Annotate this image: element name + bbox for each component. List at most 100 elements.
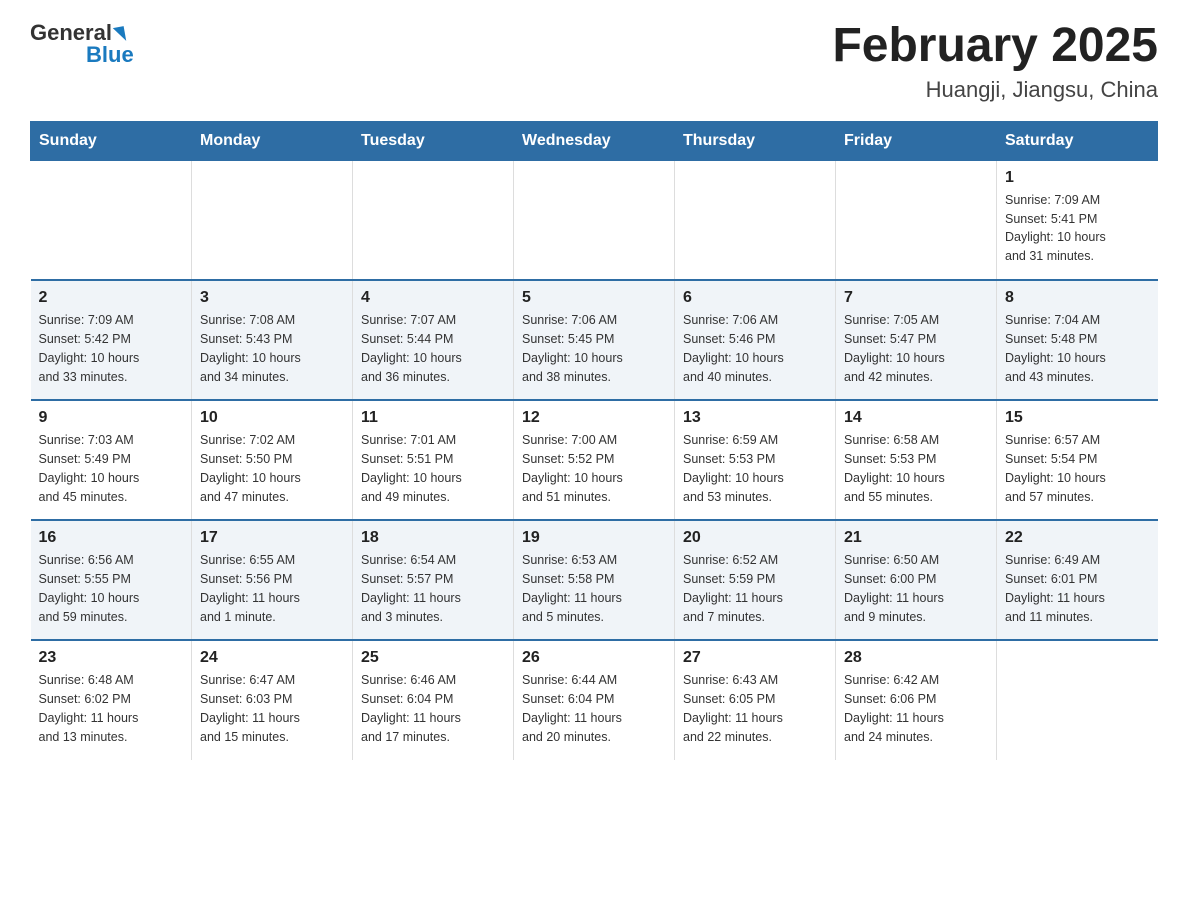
calendar-cell: 2 Sunrise: 7:09 AM Sunset: 5:42 PM Daylig… xyxy=(31,280,192,400)
day-info: Sunrise: 6:53 AM Sunset: 5:58 PM Dayligh… xyxy=(522,551,666,626)
day-number: 27 xyxy=(683,649,827,667)
calendar-cell: 28 Sunrise: 6:42 AM Sunset: 6:06 PM Dayli… xyxy=(836,640,997,760)
calendar-cell: 24 Sunrise: 6:47 AM Sunset: 6:03 PM Dayli… xyxy=(192,640,353,760)
day-number: 16 xyxy=(39,529,184,547)
day-info: Sunrise: 7:03 AM Sunset: 5:49 PM Dayligh… xyxy=(39,431,184,506)
calendar-cell: 10 Sunrise: 7:02 AM Sunset: 5:50 PM Dayli… xyxy=(192,400,353,520)
day-info: Sunrise: 7:06 AM Sunset: 5:45 PM Dayligh… xyxy=(522,311,666,386)
day-number: 14 xyxy=(844,409,988,427)
day-number: 23 xyxy=(39,649,184,667)
calendar-cell: 1 Sunrise: 7:09 AM Sunset: 5:41 PM Daylig… xyxy=(997,160,1158,280)
calendar-cell: 15Sunrise: 6:57 AM Sunset: 5:54 PM Dayli… xyxy=(997,400,1158,520)
day-info: Sunrise: 6:57 AM Sunset: 5:54 PM Dayligh… xyxy=(1005,431,1150,506)
calendar-cell xyxy=(997,640,1158,760)
day-number: 9 xyxy=(39,409,184,427)
calendar-cell: 18 Sunrise: 6:54 AM Sunset: 5:57 PM Dayli… xyxy=(353,520,514,640)
calendar-cell: 16 Sunrise: 6:56 AM Sunset: 5:55 PM Dayli… xyxy=(31,520,192,640)
calendar-cell: 13 Sunrise: 6:59 AM Sunset: 5:53 PM Dayli… xyxy=(675,400,836,520)
day-number: 22 xyxy=(1005,529,1150,547)
page-header: General Blue February 2025 Huangji, Jian… xyxy=(30,20,1158,103)
calendar-cell: 7 Sunrise: 7:05 AM Sunset: 5:47 PM Daylig… xyxy=(836,280,997,400)
calendar-cell xyxy=(31,160,192,280)
day-info: Sunrise: 7:04 AM Sunset: 5:48 PM Dayligh… xyxy=(1005,311,1150,386)
day-info: Sunrise: 7:07 AM Sunset: 5:44 PM Dayligh… xyxy=(361,311,505,386)
calendar-cell xyxy=(192,160,353,280)
calendar-cell: 6 Sunrise: 7:06 AM Sunset: 5:46 PM Daylig… xyxy=(675,280,836,400)
day-info: Sunrise: 7:01 AM Sunset: 5:51 PM Dayligh… xyxy=(361,431,505,506)
day-info: Sunrise: 6:49 AM Sunset: 6:01 PM Dayligh… xyxy=(1005,551,1150,626)
day-number: 3 xyxy=(200,289,344,307)
logo: General Blue xyxy=(30,20,134,68)
day-number: 24 xyxy=(200,649,344,667)
day-number: 10 xyxy=(200,409,344,427)
calendar-cell: 17 Sunrise: 6:55 AM Sunset: 5:56 PM Dayli… xyxy=(192,520,353,640)
calendar-cell xyxy=(353,160,514,280)
day-number: 13 xyxy=(683,409,827,427)
day-of-week-header: Sunday xyxy=(31,121,192,160)
calendar-cell xyxy=(836,160,997,280)
calendar-week-row: 16 Sunrise: 6:56 AM Sunset: 5:55 PM Dayli… xyxy=(31,520,1158,640)
day-info: Sunrise: 7:00 AM Sunset: 5:52 PM Dayligh… xyxy=(522,431,666,506)
day-info: Sunrise: 6:50 AM Sunset: 6:00 PM Dayligh… xyxy=(844,551,988,626)
day-info: Sunrise: 7:08 AM Sunset: 5:43 PM Dayligh… xyxy=(200,311,344,386)
day-info: Sunrise: 6:56 AM Sunset: 5:55 PM Dayligh… xyxy=(39,551,184,626)
day-info: Sunrise: 7:02 AM Sunset: 5:50 PM Dayligh… xyxy=(200,431,344,506)
day-info: Sunrise: 6:55 AM Sunset: 5:56 PM Dayligh… xyxy=(200,551,344,626)
day-of-week-header: Thursday xyxy=(675,121,836,160)
calendar-table: SundayMondayTuesdayWednesdayThursdayFrid… xyxy=(30,121,1158,761)
calendar-subtitle: Huangji, Jiangsu, China xyxy=(832,77,1158,103)
calendar-cell: 26 Sunrise: 6:44 AM Sunset: 6:04 PM Dayli… xyxy=(514,640,675,760)
calendar-cell xyxy=(514,160,675,280)
day-number: 28 xyxy=(844,649,988,667)
day-info: Sunrise: 7:05 AM Sunset: 5:47 PM Dayligh… xyxy=(844,311,988,386)
day-number: 17 xyxy=(200,529,344,547)
day-number: 4 xyxy=(361,289,505,307)
day-number: 21 xyxy=(844,529,988,547)
logo-blue-text: Blue xyxy=(86,42,134,68)
day-info: Sunrise: 6:48 AM Sunset: 6:02 PM Dayligh… xyxy=(39,671,184,746)
day-of-week-header: Wednesday xyxy=(514,121,675,160)
calendar-cell: 5Sunrise: 7:06 AM Sunset: 5:45 PM Daylig… xyxy=(514,280,675,400)
day-of-week-header: Saturday xyxy=(997,121,1158,160)
calendar-week-row: 2 Sunrise: 7:09 AM Sunset: 5:42 PM Daylig… xyxy=(31,280,1158,400)
calendar-cell: 3 Sunrise: 7:08 AM Sunset: 5:43 PM Daylig… xyxy=(192,280,353,400)
calendar-cell: 12 Sunrise: 7:00 AM Sunset: 5:52 PM Dayli… xyxy=(514,400,675,520)
day-of-week-header: Friday xyxy=(836,121,997,160)
calendar-cell: 9 Sunrise: 7:03 AM Sunset: 5:49 PM Daylig… xyxy=(31,400,192,520)
day-of-week-header: Monday xyxy=(192,121,353,160)
calendar-cell: 27 Sunrise: 6:43 AM Sunset: 6:05 PM Dayli… xyxy=(675,640,836,760)
calendar-week-row: 9 Sunrise: 7:03 AM Sunset: 5:49 PM Daylig… xyxy=(31,400,1158,520)
calendar-cell xyxy=(675,160,836,280)
day-number: 1 xyxy=(1005,169,1150,187)
calendar-cell: 11 Sunrise: 7:01 AM Sunset: 5:51 PM Dayli… xyxy=(353,400,514,520)
day-number: 6 xyxy=(683,289,827,307)
day-info: Sunrise: 6:54 AM Sunset: 5:57 PM Dayligh… xyxy=(361,551,505,626)
day-number: 25 xyxy=(361,649,505,667)
calendar-cell: 19 Sunrise: 6:53 AM Sunset: 5:58 PM Dayli… xyxy=(514,520,675,640)
day-info: Sunrise: 6:43 AM Sunset: 6:05 PM Dayligh… xyxy=(683,671,827,746)
day-number: 18 xyxy=(361,529,505,547)
day-info: Sunrise: 6:47 AM Sunset: 6:03 PM Dayligh… xyxy=(200,671,344,746)
day-info: Sunrise: 6:44 AM Sunset: 6:04 PM Dayligh… xyxy=(522,671,666,746)
calendar-cell: 8 Sunrise: 7:04 AM Sunset: 5:48 PM Daylig… xyxy=(997,280,1158,400)
calendar-cell: 14Sunrise: 6:58 AM Sunset: 5:53 PM Dayli… xyxy=(836,400,997,520)
day-info: Sunrise: 7:09 AM Sunset: 5:42 PM Dayligh… xyxy=(39,311,184,386)
day-info: Sunrise: 6:42 AM Sunset: 6:06 PM Dayligh… xyxy=(844,671,988,746)
day-info: Sunrise: 6:46 AM Sunset: 6:04 PM Dayligh… xyxy=(361,671,505,746)
day-number: 11 xyxy=(361,409,505,427)
day-number: 26 xyxy=(522,649,666,667)
day-info: Sunrise: 7:06 AM Sunset: 5:46 PM Dayligh… xyxy=(683,311,827,386)
day-number: 12 xyxy=(522,409,666,427)
day-number: 19 xyxy=(522,529,666,547)
day-number: 8 xyxy=(1005,289,1150,307)
calendar-cell: 20Sunrise: 6:52 AM Sunset: 5:59 PM Dayli… xyxy=(675,520,836,640)
calendar-header-row: SundayMondayTuesdayWednesdayThursdayFrid… xyxy=(31,121,1158,160)
calendar-title: February 2025 xyxy=(832,20,1158,73)
day-number: 2 xyxy=(39,289,184,307)
day-info: Sunrise: 6:59 AM Sunset: 5:53 PM Dayligh… xyxy=(683,431,827,506)
title-block: February 2025 Huangji, Jiangsu, China xyxy=(832,20,1158,103)
day-number: 7 xyxy=(844,289,988,307)
calendar-cell: 23 Sunrise: 6:48 AM Sunset: 6:02 PM Dayli… xyxy=(31,640,192,760)
day-info: Sunrise: 7:09 AM Sunset: 5:41 PM Dayligh… xyxy=(1005,191,1150,266)
calendar-cell: 4 Sunrise: 7:07 AM Sunset: 5:44 PM Daylig… xyxy=(353,280,514,400)
